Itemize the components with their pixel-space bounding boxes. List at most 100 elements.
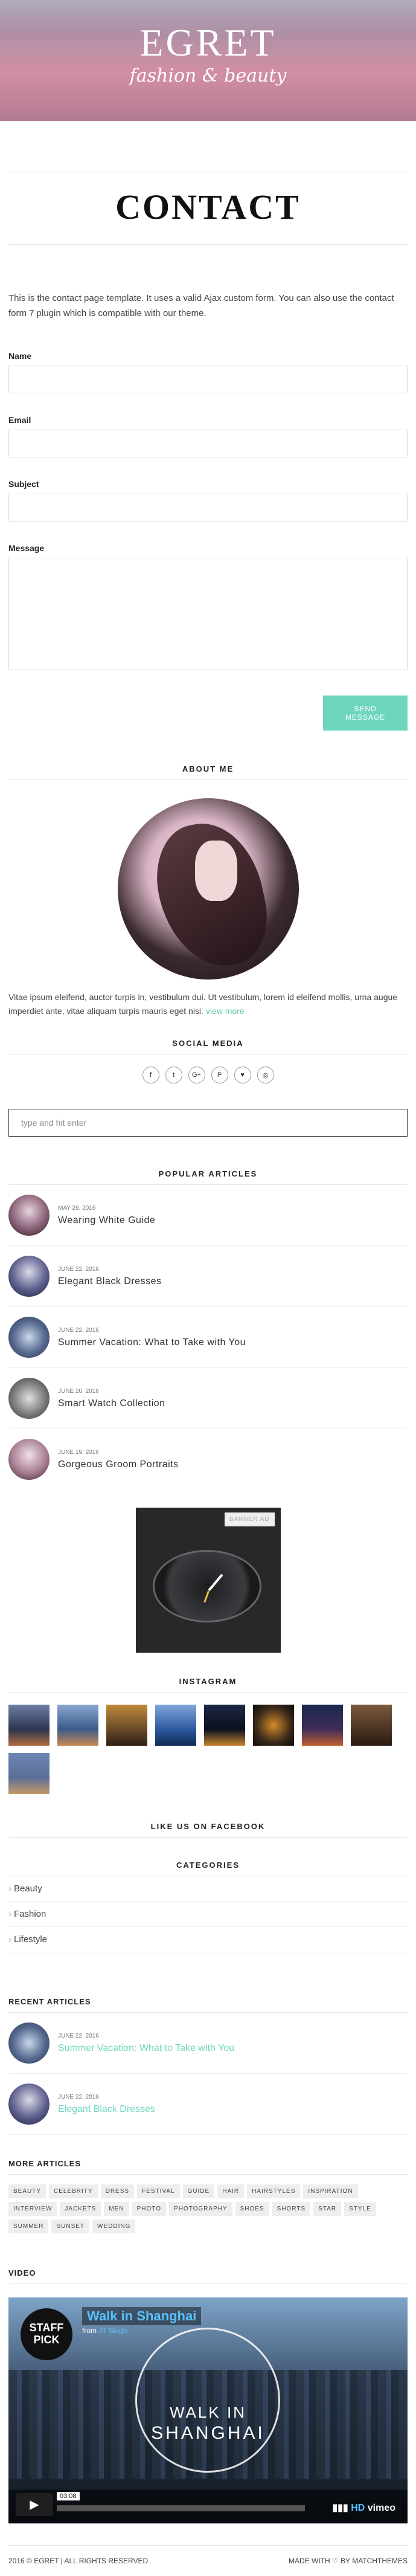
category-label: Lifestyle bbox=[14, 1934, 48, 1945]
tag-link[interactable]: PHOTOGRAPHY bbox=[169, 2202, 232, 2216]
category-item[interactable]: › Lifestyle bbox=[8, 1927, 408, 1952]
tag-link[interactable]: SHOES bbox=[235, 2202, 269, 2216]
list-item[interactable]: JUNE 19, 2016 Gorgeous Groom Portraits bbox=[8, 1429, 408, 1490]
article-title[interactable]: Summer Vacation: What to Take with You bbox=[58, 2043, 234, 2054]
video-player[interactable]: WALK IN SHANGHAI STAFF PICK Walk in Shan… bbox=[8, 2297, 408, 2523]
email-label: Email bbox=[8, 415, 31, 425]
list-item[interactable]: MAY 26, 2016 Wearing White Guide bbox=[8, 1185, 408, 1246]
tag-link[interactable]: FESTIVAL bbox=[137, 2184, 180, 2198]
tag-link[interactable]: PHOTO bbox=[132, 2202, 167, 2216]
tag-link[interactable]: STYLE bbox=[344, 2202, 376, 2216]
article-title[interactable]: Gorgeous Groom Portraits bbox=[58, 1459, 179, 1470]
intro-text: This is the contact page template. It us… bbox=[8, 293, 394, 318]
volume-icon[interactable]: ▮▮▮ bbox=[332, 2503, 348, 2513]
instagram-photo[interactable] bbox=[253, 1705, 294, 1746]
play-icon[interactable]: ▶ bbox=[16, 2493, 53, 2516]
article-title[interactable]: Summer Vacation: What to Take with You bbox=[58, 1337, 246, 1348]
tag-link[interactable]: SUMMER bbox=[8, 2219, 49, 2233]
article-date: JUNE 22, 2016 bbox=[58, 2093, 99, 2100]
video-heading: VIDEO bbox=[8, 2268, 408, 2284]
instagram-photo[interactable] bbox=[8, 1753, 50, 1794]
article-date: JUNE 20, 2016 bbox=[58, 1387, 99, 1395]
tag-link[interactable]: WEDDING bbox=[92, 2219, 136, 2233]
article-date: MAY 26, 2016 bbox=[58, 1204, 96, 1212]
video-from: from bbox=[82, 2326, 97, 2335]
hd-icon[interactable]: HD bbox=[351, 2503, 365, 2513]
tag-link[interactable]: INSPIRATION bbox=[303, 2184, 358, 2198]
video-progress-bar[interactable] bbox=[57, 2505, 305, 2511]
list-item[interactable]: JUNE 22, 2016 Elegant Black Dresses bbox=[8, 1246, 408, 1307]
tag-link[interactable]: MEN bbox=[104, 2202, 129, 2216]
staff-pick-badge: STAFF PICK bbox=[21, 2308, 72, 2360]
instagram-grid bbox=[8, 1705, 408, 1794]
bloglovin-icon[interactable]: ♥ bbox=[234, 1067, 251, 1083]
subject-field[interactable] bbox=[8, 494, 408, 521]
video-controls: ▶ 03:08 ▮▮▮ HD vimeo bbox=[8, 2490, 408, 2523]
instagram-icon[interactable]: ◎ bbox=[257, 1067, 274, 1083]
instagram-photo[interactable] bbox=[351, 1705, 392, 1746]
tag-link[interactable]: HAIR bbox=[217, 2184, 245, 2198]
list-item[interactable]: JUNE 22, 2016 Summer Vacation: What to Ta… bbox=[8, 1307, 408, 1368]
article-date: JUNE 22, 2016 bbox=[58, 1326, 99, 1334]
tag-link[interactable]: JACKETS bbox=[60, 2202, 101, 2216]
list-item[interactable]: JUNE 22, 2016 Summer Vacation: What to Ta… bbox=[8, 2013, 408, 2074]
social-icons: f t G+ P ♥ ◎ bbox=[8, 1067, 408, 1083]
email-field[interactable] bbox=[8, 430, 408, 457]
banner-ad-label: BANNER AD bbox=[224, 1512, 275, 1526]
pinterest-icon[interactable]: P bbox=[211, 1067, 228, 1083]
instagram-photo[interactable] bbox=[57, 1705, 98, 1746]
tag-link[interactable]: DRESS bbox=[100, 2184, 135, 2198]
category-item[interactable]: › Fashion bbox=[8, 1902, 408, 1927]
tag-link[interactable]: BEAUTY bbox=[8, 2184, 46, 2198]
facebook-icon[interactable]: f bbox=[142, 1067, 159, 1083]
popular-list: MAY 26, 2016 Wearing White Guide JUNE 22,… bbox=[8, 1185, 408, 1490]
article-thumbnail bbox=[8, 1439, 50, 1480]
banner-ad[interactable]: BANNER AD bbox=[135, 1508, 281, 1653]
send-message-button[interactable]: SEND MESSAGE bbox=[323, 696, 408, 731]
instagram-photo[interactable] bbox=[302, 1705, 343, 1746]
site-logo-title[interactable]: EGRET bbox=[0, 21, 416, 65]
google-plus-icon[interactable]: G+ bbox=[188, 1067, 205, 1083]
vimeo-logo[interactable]: vimeo bbox=[368, 2503, 395, 2513]
footer-credit[interactable]: MADE WITH ♡ BY MATCHTHEMES bbox=[289, 2557, 408, 2565]
message-label: Message bbox=[8, 543, 45, 553]
article-thumbnail bbox=[8, 2022, 50, 2064]
article-title[interactable]: Wearing White Guide bbox=[58, 1215, 155, 1226]
tag-link[interactable]: HAIRSTYLES bbox=[247, 2184, 301, 2198]
tag-link[interactable]: CELEBRITY bbox=[49, 2184, 98, 2198]
recent-heading: RECENT ARTICLES bbox=[8, 1997, 408, 2013]
name-field[interactable] bbox=[8, 366, 408, 393]
article-thumbnail bbox=[8, 1195, 50, 1236]
article-date: JUNE 19, 2016 bbox=[58, 1448, 99, 1456]
category-label: Beauty bbox=[14, 1884, 42, 1894]
instagram-photo[interactable] bbox=[155, 1705, 196, 1746]
tag-link[interactable]: STAR bbox=[313, 2202, 342, 2216]
category-item[interactable]: › Beauty bbox=[8, 1876, 408, 1902]
instagram-photo[interactable] bbox=[8, 1705, 50, 1746]
list-item[interactable]: JUNE 20, 2016 Smart Watch Collection bbox=[8, 1368, 408, 1429]
list-item[interactable]: JUNE 22, 2016 Elegant Black Dresses bbox=[8, 2074, 408, 2135]
instagram-photo[interactable] bbox=[204, 1705, 245, 1746]
tag-link[interactable]: INTERVIEW bbox=[8, 2202, 57, 2216]
article-title[interactable]: Elegant Black Dresses bbox=[58, 1276, 161, 1287]
message-field[interactable] bbox=[8, 558, 408, 670]
site-logo-subtitle: fashion & beauty bbox=[129, 65, 287, 86]
tag-link[interactable]: SUNSET bbox=[51, 2219, 90, 2233]
article-title[interactable]: Smart Watch Collection bbox=[58, 1398, 165, 1409]
tag-cloud: BEAUTY CELEBRITY DRESS FESTIVAL GUIDE HA… bbox=[8, 2184, 408, 2233]
article-thumbnail bbox=[8, 2084, 50, 2125]
search-input[interactable]: type and hit enter bbox=[8, 1109, 408, 1137]
view-more-link[interactable]: view more bbox=[206, 1006, 245, 1016]
tag-link[interactable]: GUIDE bbox=[182, 2184, 215, 2198]
divider bbox=[8, 244, 408, 245]
video-author-link[interactable]: JT Singh bbox=[98, 2326, 127, 2335]
twitter-icon[interactable]: t bbox=[165, 1067, 182, 1083]
video-title[interactable]: Walk in Shanghai bbox=[82, 2307, 202, 2325]
article-thumbnail bbox=[8, 1256, 50, 1297]
article-title[interactable]: Elegant Black Dresses bbox=[58, 2104, 155, 2115]
instagram-photo[interactable] bbox=[106, 1705, 147, 1746]
video-brand-icons: ▮▮▮ HD vimeo bbox=[332, 2502, 395, 2514]
tag-link[interactable]: SHORTS bbox=[272, 2202, 311, 2216]
article-date: JUNE 22, 2016 bbox=[58, 2032, 99, 2039]
facebook-heading: LIKE US ON FACEBOOK bbox=[8, 1822, 408, 1838]
